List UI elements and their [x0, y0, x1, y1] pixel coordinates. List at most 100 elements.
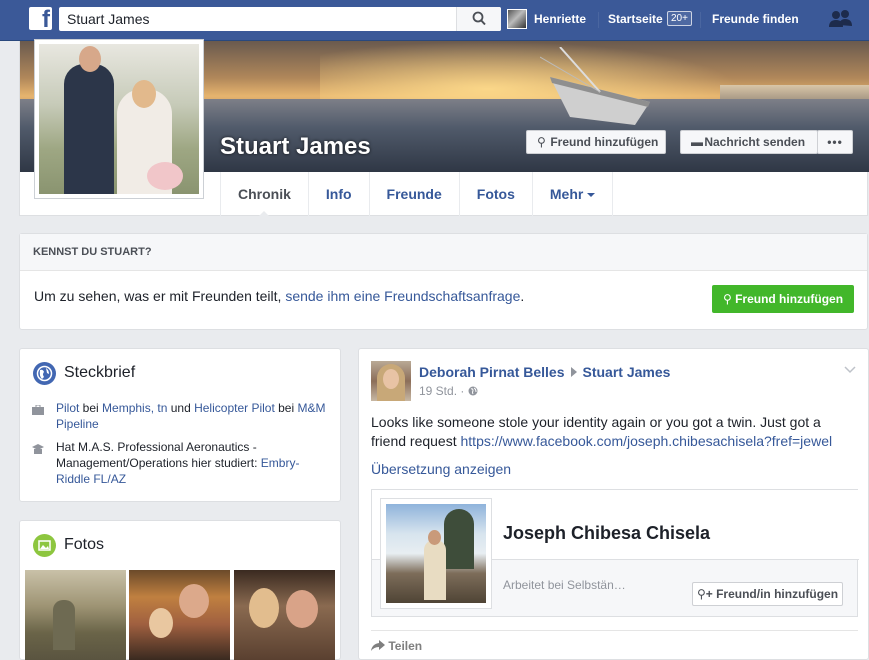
intro-card: Steckbrief Pilot bei Memphis, tn und Hel… — [19, 348, 341, 502]
tab-mehr[interactable]: Mehr — [533, 172, 614, 216]
photo-figure — [79, 46, 101, 72]
photo-figure — [249, 588, 279, 628]
search-input[interactable] — [59, 7, 455, 31]
privacy-globe-icon — [468, 386, 478, 396]
globe-icon — [33, 362, 56, 385]
post-target-link[interactable]: Stuart James — [583, 364, 671, 380]
tab-chronik[interactable]: Chronik — [221, 172, 309, 217]
know-person-heading: KENNST DU STUART? — [20, 234, 867, 271]
education-icon — [32, 444, 44, 454]
post-url-link[interactable]: https://www.facebook.com/joseph.chibesac… — [461, 433, 833, 449]
photo-thumbnail[interactable] — [25, 570, 126, 660]
intro-title: Steckbrief — [64, 364, 136, 381]
add-friend-shared-label: Freund/in hinzufügen — [716, 587, 839, 601]
tab-info[interactable]: Info — [309, 172, 370, 216]
photo-figure — [149, 608, 173, 638]
post-timestamp[interactable]: 19 Std. · — [419, 384, 478, 398]
profile-picture-image — [39, 44, 199, 194]
photo-figure — [428, 530, 441, 545]
know-person-card: KENNST DU STUART? Um zu sehen, was er mi… — [19, 233, 868, 330]
timeline-post: Deborah Pirnat Belles Stuart James 19 Std… — [358, 348, 869, 660]
post-author-link[interactable]: Deborah Pirnat Belles — [419, 364, 565, 380]
add-friend-icon: ⚲ — [722, 292, 736, 306]
top-navigation-bar: f Henriette Startseite 20+ Freunde finde… — [0, 0, 869, 41]
share-label: Teilen — [388, 639, 423, 653]
employer-link[interactable]: Memphis, tn — [102, 401, 167, 415]
cover-shore — [720, 85, 869, 99]
avatar-face — [383, 369, 399, 389]
nav-home-link[interactable]: Startseite — [608, 12, 663, 26]
search-icon — [472, 11, 486, 26]
tab-mehr-label: Mehr — [549, 186, 584, 202]
know-text-before: Um zu sehen, was er mit Freunden teilt, — [34, 288, 286, 304]
photo-thumbnail[interactable] — [129, 570, 230, 660]
job-link[interactable]: Pilot — [56, 401, 79, 415]
shared-profile-image — [386, 504, 486, 603]
briefcase-icon — [32, 405, 44, 415]
send-message-button[interactable]: ▬ Nachricht senden — [680, 130, 818, 154]
shared-profile-works: Arbeitet bei Selbstän… — [503, 578, 626, 592]
nav-user-name: Henriette — [534, 12, 587, 26]
add-friend-icon: ⚲ — [537, 135, 546, 149]
photo-thumbnail[interactable] — [234, 570, 335, 660]
profile-name: Stuart James — [220, 133, 371, 160]
photo-tree — [444, 509, 474, 569]
post-time-text: 19 Std. · — [419, 384, 465, 398]
send-message-button-label: Nachricht senden — [704, 135, 806, 149]
cover-sailboat — [540, 47, 650, 125]
tab-fotos[interactable]: Fotos — [460, 172, 533, 216]
nav-divider — [700, 12, 701, 28]
search-button[interactable] — [456, 7, 501, 31]
facebook-logo-icon[interactable]: f — [29, 7, 52, 30]
add-friend-button-label: Freund hinzufügen — [550, 135, 659, 149]
photo-figure — [64, 64, 114, 194]
avatar[interactable] — [371, 361, 411, 401]
profile-header: Stuart James ⚲ Freund hinzufügen ▬ Nachr… — [19, 39, 869, 217]
add-friend-icon: ⚲+ — [696, 587, 717, 601]
shared-profile-picture[interactable] — [380, 498, 492, 609]
add-friend-button[interactable]: ⚲ Freund hinzufügen — [526, 130, 666, 154]
photos-title: Fotos — [64, 536, 105, 553]
post-options-chevron-icon[interactable] — [844, 363, 856, 377]
add-friend-green-label: Freund hinzufügen — [735, 292, 844, 306]
send-friend-request-link[interactable]: sende ihm eine Freundschaftsanfrage — [285, 288, 520, 304]
nav-divider — [598, 12, 599, 28]
chevron-down-icon — [587, 193, 596, 201]
photo-figure — [53, 600, 75, 650]
intro-text: bei — [79, 401, 103, 415]
photo-figure — [286, 590, 318, 628]
shared-profile-card[interactable]: Joseph Chibesa Chisela Arbeitet bei Selb… — [371, 489, 859, 617]
know-person-text: Um zu sehen, was er mit Freunden teilt, … — [34, 288, 524, 304]
cover-sky — [320, 41, 740, 101]
post-text: Looks like someone stole your identity a… — [371, 413, 851, 451]
intro-text: bei — [274, 401, 298, 415]
share-button[interactable]: Teilen — [371, 639, 422, 653]
profile-tabs: Chronik Info Freunde Fotos Mehr — [220, 172, 614, 217]
avatar — [507, 9, 527, 29]
intro-text: und — [167, 401, 195, 415]
works-place: Selbstän… — [567, 578, 626, 592]
add-friend-green-button[interactable]: ⚲ Freund hinzufügen — [712, 285, 854, 313]
photo-figure — [179, 584, 209, 618]
nav-home-badge: 20+ — [667, 11, 692, 26]
works-prefix: Arbeitet bei — [503, 578, 568, 592]
arrow-right-icon — [570, 367, 577, 377]
photos-icon — [33, 534, 56, 557]
nav-find-friends-link[interactable]: Freunde finden — [712, 12, 799, 26]
know-text-after: . — [520, 288, 525, 304]
add-friend-shared-button[interactable]: ⚲+ Freund/in hinzufügen — [692, 582, 843, 606]
more-options-button[interactable]: ••• — [817, 130, 853, 154]
photos-card: Fotos — [19, 520, 341, 660]
shared-profile-name[interactable]: Joseph Chibesa Chisela — [503, 523, 710, 544]
tab-freunde[interactable]: Freunde — [370, 172, 460, 216]
photo-bouquet — [147, 162, 183, 190]
see-translation-link[interactable]: Übersetzung anzeigen — [371, 461, 511, 477]
friend-requests-icon[interactable] — [828, 9, 854, 29]
post-header: Deborah Pirnat Belles Stuart James — [419, 364, 670, 380]
intro-education: Hat M.A.S. Professional Aeronautics - Ma… — [56, 439, 326, 487]
job-link[interactable]: Helicopter Pilot — [194, 401, 275, 415]
profile-picture[interactable] — [34, 39, 204, 199]
message-icon: ▬ — [691, 135, 703, 149]
share-icon — [371, 640, 385, 651]
search-box — [59, 7, 501, 31]
